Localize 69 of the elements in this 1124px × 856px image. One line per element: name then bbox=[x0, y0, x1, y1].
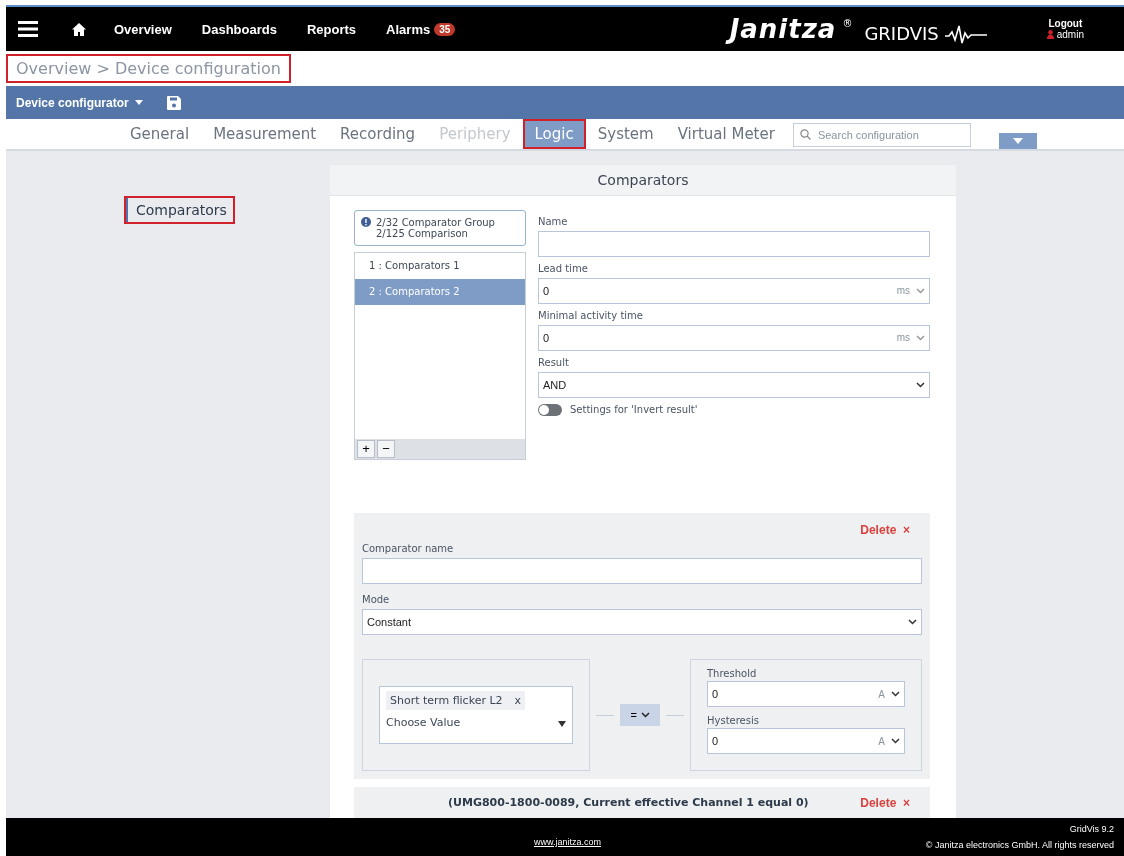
comparator-name-field[interactable] bbox=[362, 558, 922, 585]
field-label: Mode bbox=[362, 594, 391, 606]
choose-value: Choose Value bbox=[386, 716, 461, 730]
field-label: Threshold bbox=[707, 668, 758, 680]
logout-link[interactable]: Logout bbox=[1048, 18, 1083, 29]
tag-remove[interactable]: x bbox=[514, 694, 522, 708]
remove-button[interactable]: − bbox=[377, 439, 395, 458]
info-icon bbox=[361, 216, 371, 227]
delete-button[interactable]: Delete × bbox=[860, 795, 910, 810]
summary-text: (UMG800-1800-0089, Current effective Channel 1 equal 0) bbox=[448, 796, 809, 810]
chevron-down-icon bbox=[916, 287, 925, 294]
result-select[interactable]: AND bbox=[538, 371, 930, 398]
delete-button[interactable]: Delete × bbox=[860, 523, 910, 538]
chevron-down-icon bbox=[908, 619, 917, 626]
registered-mark: ® bbox=[842, 18, 853, 29]
info-text: 2/32 Comparator Group bbox=[376, 216, 495, 228]
time-field[interactable]: 0 ms bbox=[538, 324, 930, 351]
add-button[interactable]: + bbox=[357, 439, 375, 458]
search-field[interactable]: Search configuration bbox=[792, 123, 971, 147]
mode-select[interactable]: Constant bbox=[362, 609, 922, 636]
name-field[interactable] bbox=[538, 230, 930, 257]
sidebar-item[interactable]: Comparators bbox=[124, 196, 235, 224]
config-tab[interactable]: System bbox=[585, 119, 666, 149]
operator-select[interactable]: = bbox=[620, 704, 661, 727]
config-tab[interactable]: Measurement bbox=[201, 119, 329, 149]
product-name: GRIDVIS bbox=[864, 23, 939, 44]
field-label: Name bbox=[538, 215, 569, 227]
nav-link[interactable]: Alarms 35 bbox=[386, 21, 456, 37]
time-field[interactable]: 0 ms bbox=[538, 277, 930, 304]
nav-link[interactable]: Reports bbox=[306, 21, 357, 37]
field-label: Lead time bbox=[538, 262, 589, 274]
chevron-down-icon bbox=[640, 712, 650, 719]
config-tab[interactable]: Virtual Meter bbox=[665, 119, 787, 149]
hysteresis-field[interactable]: 0 A bbox=[707, 728, 905, 755]
value-select[interactable]: Short term flicker L2 x Choose Value bbox=[379, 686, 573, 745]
save-icon[interactable] bbox=[166, 95, 181, 110]
nav-link[interactable]: Overview bbox=[114, 21, 172, 37]
configurator-menu[interactable]: Device configurator bbox=[16, 95, 143, 110]
nav-link[interactable]: Dashboards bbox=[201, 21, 277, 37]
expand-button[interactable] bbox=[998, 133, 1037, 149]
search-icon bbox=[799, 129, 811, 140]
caret-icon bbox=[558, 721, 566, 728]
config-tab[interactable]: Recording bbox=[328, 119, 428, 149]
chevron-down-icon bbox=[891, 691, 900, 698]
chevron-down-icon bbox=[891, 738, 900, 745]
info-text: 2/125 Comparison bbox=[376, 227, 468, 239]
caret-icon bbox=[134, 100, 143, 105]
field-label: Result bbox=[538, 356, 570, 368]
panel-title: Comparators bbox=[330, 165, 956, 196]
toggle-label: Settings for 'Invert result' bbox=[570, 404, 698, 416]
caret-icon bbox=[1012, 138, 1023, 144]
field-label: Hysteresis bbox=[707, 715, 760, 727]
invert-toggle[interactable] bbox=[538, 403, 562, 416]
home-icon[interactable] bbox=[72, 22, 86, 36]
alarm-count: 35 bbox=[434, 22, 456, 36]
field-label: Comparator name bbox=[362, 543, 455, 555]
breadcrumb: Overview > Device configuration bbox=[6, 54, 291, 83]
field-label: Minimal activity time bbox=[538, 309, 644, 321]
copyright-text: © Janitza electronics GmbH. All rights reserved bbox=[925, 840, 1114, 850]
user-icon bbox=[1046, 30, 1054, 39]
user-name: admin bbox=[1056, 29, 1084, 40]
threshold-field[interactable]: 0 A bbox=[707, 681, 905, 708]
chevron-down-icon bbox=[916, 381, 925, 388]
value-tag: Short term flicker L2 x bbox=[386, 691, 526, 711]
website-link[interactable]: www.janitza.com bbox=[534, 837, 602, 847]
config-tab[interactable]: General bbox=[118, 119, 202, 149]
chevron-down-icon bbox=[916, 334, 925, 341]
version-text: GridVis 9.2 bbox=[1069, 824, 1114, 834]
menu-icon[interactable] bbox=[18, 21, 38, 37]
